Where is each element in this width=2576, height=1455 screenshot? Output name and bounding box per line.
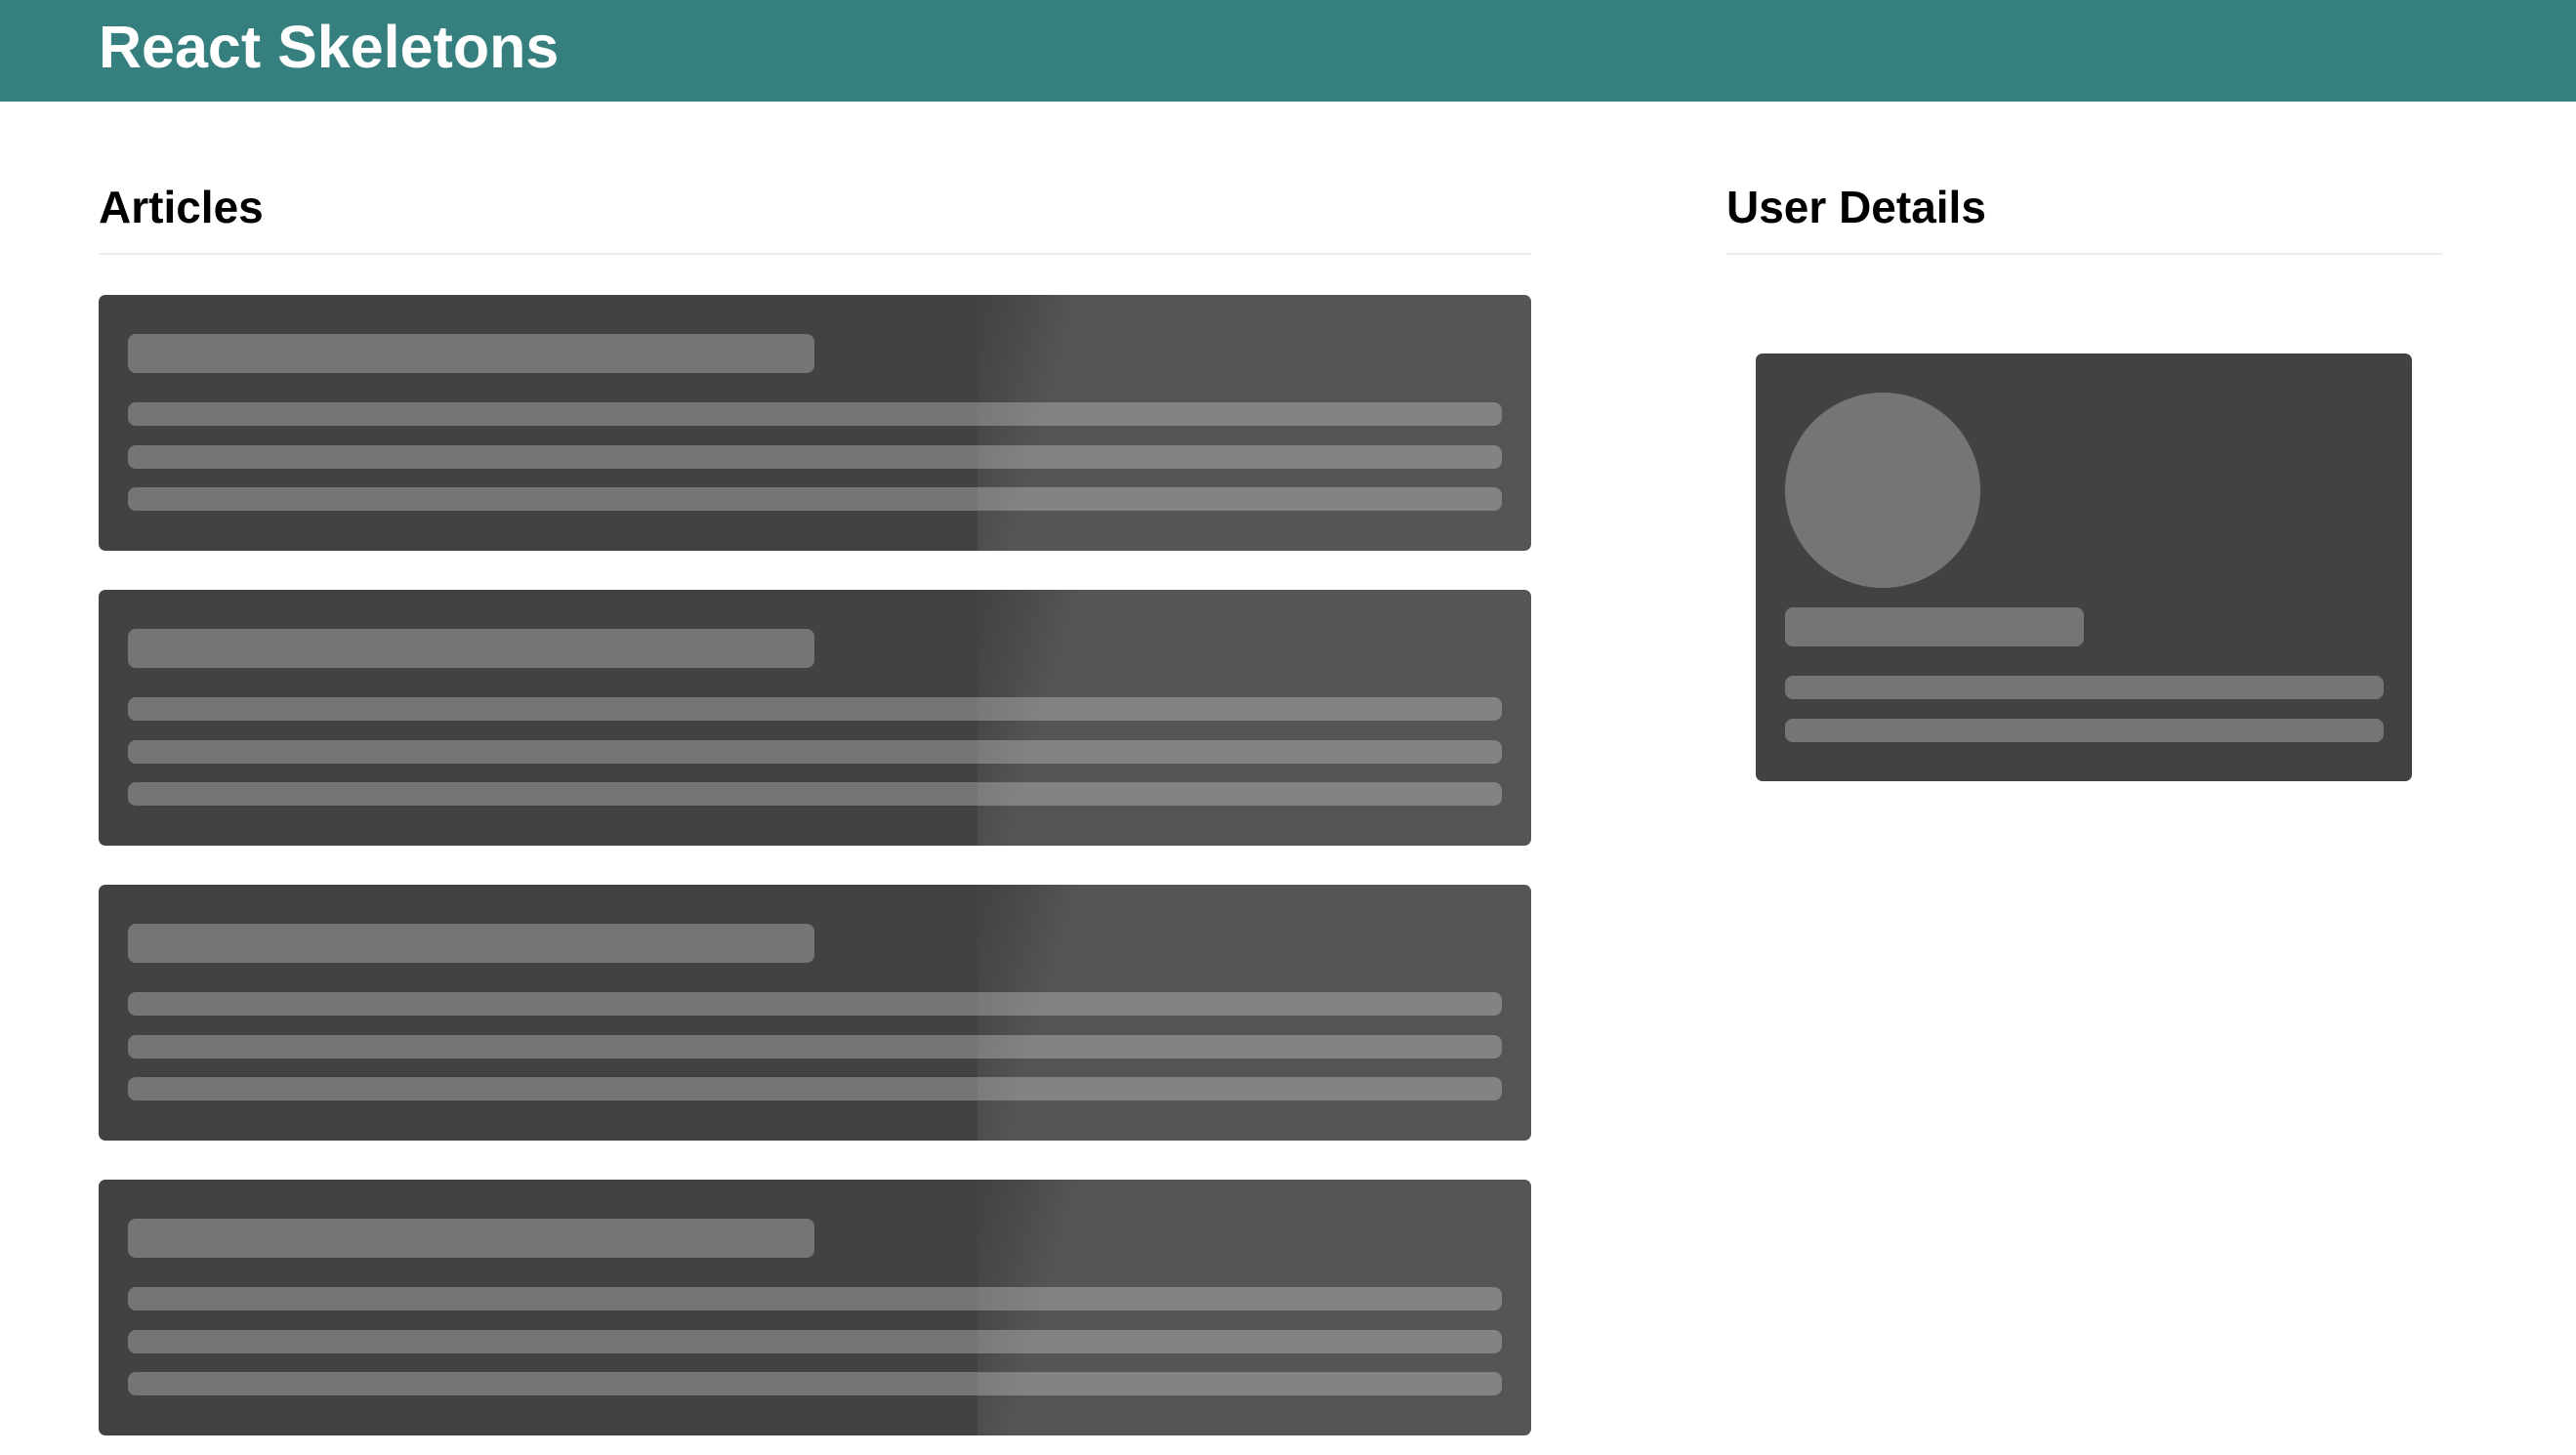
- skeleton-avatar: [1785, 393, 1980, 588]
- app-title: React Skeletons: [99, 14, 560, 80]
- skeleton-text-line: [128, 445, 1502, 469]
- skeleton-name: [1785, 607, 2084, 646]
- skeleton-text-line: [1785, 719, 2384, 742]
- articles-divider: [99, 253, 1531, 255]
- user-skeleton-card: [1756, 353, 2412, 781]
- skeleton-text-line: [128, 1287, 1502, 1310]
- articles-heading: Articles: [99, 182, 264, 232]
- skeleton-text-line: [128, 697, 1502, 721]
- top-bar: React Skeletons: [0, 0, 2576, 102]
- skeleton-text-line: [128, 402, 1502, 426]
- article-skeleton-card: [99, 590, 1531, 846]
- skeleton-title: [128, 924, 814, 963]
- skeleton-text-line: [1785, 676, 2384, 699]
- skeleton-title: [128, 1219, 814, 1258]
- skeleton-text-line: [128, 1035, 1502, 1059]
- skeleton-title: [128, 334, 814, 373]
- article-skeleton-card: [99, 885, 1531, 1141]
- user-details-heading: User Details: [1726, 182, 1986, 232]
- skeleton-text-line: [128, 1372, 1502, 1395]
- skeleton-text-line: [128, 1077, 1502, 1101]
- skeleton-title: [128, 629, 814, 668]
- skeleton-text-line: [128, 487, 1502, 511]
- article-skeleton-card: [99, 295, 1531, 551]
- skeleton-text-line: [128, 740, 1502, 764]
- user-details-divider: [1726, 253, 2442, 255]
- skeleton-text-line: [128, 992, 1502, 1016]
- skeleton-text-line: [128, 782, 1502, 806]
- article-skeleton-card: [99, 1180, 1531, 1435]
- skeleton-text-line: [128, 1330, 1502, 1353]
